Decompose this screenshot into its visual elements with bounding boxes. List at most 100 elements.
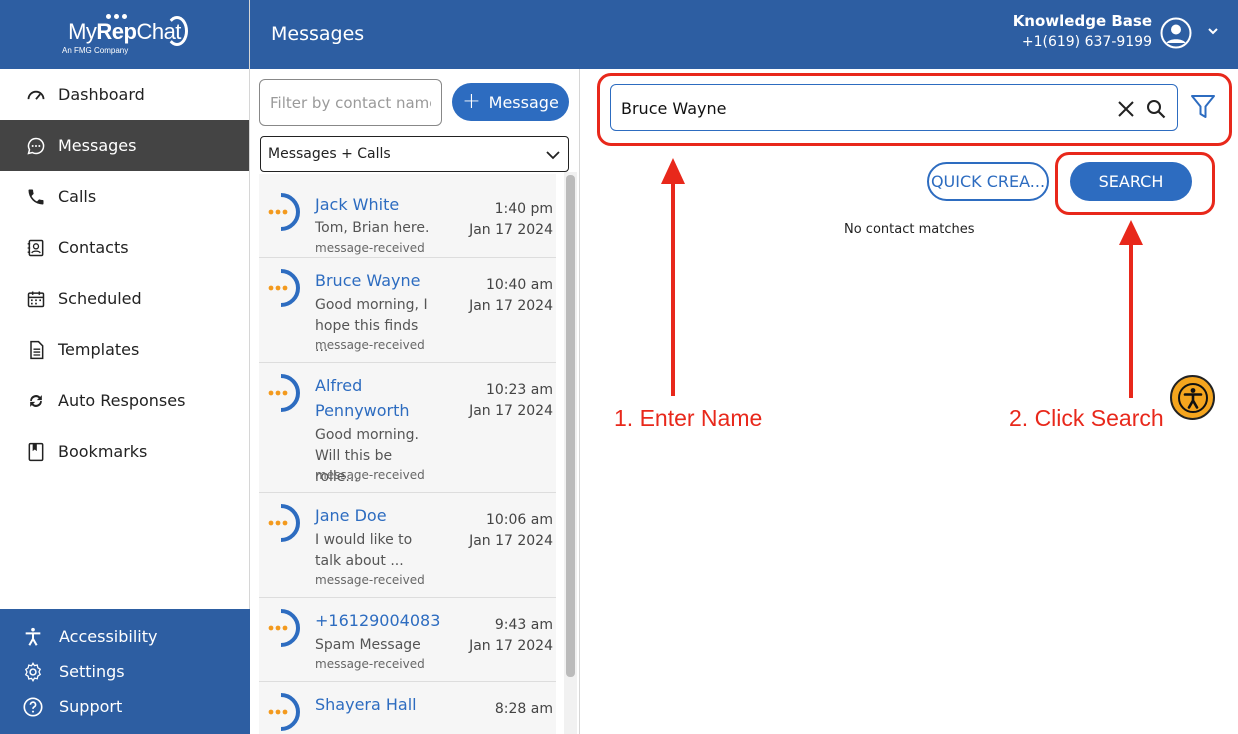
gear-icon — [22, 661, 44, 683]
accessibility-icon — [22, 626, 44, 648]
conversation-name: Jack White — [315, 195, 400, 214]
logo-subtitle: An FMG Company — [62, 46, 129, 55]
conversation-date: Jan 17 2024 — [469, 403, 553, 419]
conversation-status: message-received — [315, 468, 425, 482]
chevron-down-icon — [546, 151, 560, 160]
sidebar-nav: Dashboard Messages Calls Contacts Schedu… — [0, 69, 249, 477]
conversation-scrollbar[interactable] — [566, 175, 575, 677]
sidebar-item-contacts[interactable]: Contacts — [0, 222, 249, 273]
accessibility-icon — [1177, 382, 1208, 413]
new-message-button[interactable]: + Message — [452, 83, 569, 121]
account-info[interactable]: Knowledge Base +1(619) 637-9199 — [1013, 12, 1152, 50]
conversation-date: Jan 17 2024 — [469, 533, 553, 549]
conversation-item[interactable]: Alfred Pennyworth Good morning. Will thi… — [259, 363, 556, 493]
sidebar-item-label: Accessibility — [59, 627, 158, 646]
contact-card-icon — [26, 238, 46, 258]
sidebar-item-accessibility[interactable]: Accessibility — [0, 619, 250, 654]
new-message-label: Message — [488, 92, 559, 112]
top-header: Messages Knowledge Base +1(619) 637-9199 — [250, 0, 1238, 69]
sidebar-item-label: Scheduled — [58, 289, 142, 308]
annotation-highlight-search-button — [1055, 152, 1215, 215]
sidebar-item-templates[interactable]: Templates — [0, 324, 249, 375]
conversation-date: Jan 17 2024 — [469, 222, 553, 238]
contact-filter-input[interactable] — [259, 79, 442, 126]
conversation-name: Jane Doe — [315, 506, 387, 525]
annotation-step-1: 1. Enter Name — [614, 405, 763, 431]
sidebar-item-dashboard[interactable]: Dashboard — [0, 69, 249, 120]
conversation-avatar-icon — [268, 504, 300, 542]
sidebar-footer: Accessibility Settings Support — [0, 609, 250, 734]
conversation-item[interactable]: Shayera Hall 8:28 am — [259, 682, 556, 734]
conversation-date: Jan 17 2024 — [469, 638, 553, 654]
chevron-down-icon[interactable] — [1206, 24, 1220, 38]
conversation-snippet: Tom, Brian here. — [315, 220, 430, 236]
conversation-date: Jan 17 2024 — [469, 298, 553, 314]
conversation-avatar-icon — [268, 609, 300, 647]
conversations-panel: + Message Messages + Calls Jack White To… — [250, 69, 580, 734]
sidebar: MyRepChat An FMG Company Dashboard Messa… — [0, 0, 250, 734]
sidebar-item-auto-responses[interactable]: Auto Responses — [0, 375, 249, 426]
avatar[interactable] — [1160, 17, 1192, 49]
conversation-type-select[interactable]: Messages + Calls — [260, 136, 569, 172]
conversation-status: message-received — [315, 657, 425, 671]
conversation-item[interactable]: +16129004083 Spam Message message-receiv… — [259, 598, 556, 682]
logo[interactable]: MyRepChat An FMG Company — [0, 0, 249, 69]
sidebar-item-settings[interactable]: Settings — [0, 654, 250, 689]
sidebar-item-label: Bookmarks — [58, 442, 148, 461]
help-icon — [22, 696, 44, 718]
sidebar-item-label: Support — [59, 697, 123, 716]
conversation-item[interactable]: Jane Doe I would like to talk about ... … — [259, 493, 556, 598]
conversation-time: 10:06 am — [485, 512, 553, 528]
conversation-avatar-icon — [268, 269, 300, 307]
conversation-avatar-icon — [268, 693, 300, 731]
conversation-type-value: Messages + Calls — [268, 146, 391, 162]
calendar-icon — [26, 289, 46, 309]
sidebar-item-bookmarks[interactable]: Bookmarks — [0, 426, 249, 477]
quick-create-button[interactable]: QUICK CREA... — [927, 162, 1049, 201]
sync-icon — [26, 391, 46, 411]
logo-arc — [166, 16, 188, 46]
sidebar-item-label: Contacts — [58, 238, 129, 257]
logo-wordmark: MyRepChat — [68, 18, 181, 44]
sidebar-item-label: Settings — [59, 662, 125, 681]
chat-bubble-icon — [26, 136, 46, 156]
conversation-time: 10:23 am — [485, 382, 553, 398]
gauge-icon — [26, 85, 46, 105]
document-icon — [26, 340, 46, 360]
conversation-time: 10:40 am — [485, 277, 553, 293]
conversation-time: 9:43 am — [494, 617, 553, 633]
account-name: Knowledge Base — [1012, 12, 1152, 30]
conversation-name: +16129004083 — [315, 611, 441, 630]
sidebar-item-messages[interactable]: Messages — [0, 120, 249, 171]
conversation-list: Jack White Tom, Brian here. message-rece… — [259, 174, 556, 734]
accessibility-widget-button[interactable] — [1170, 375, 1215, 420]
conversation-item[interactable]: Bruce Wayne Good morning, I hope this fi… — [259, 258, 556, 363]
conversation-time: 8:28 am — [494, 701, 553, 717]
annotation-arrow-1 — [661, 158, 685, 396]
conversation-name: Alfred Pennyworth — [315, 376, 410, 420]
phone-icon — [26, 187, 46, 207]
conversation-name: Shayera Hall — [315, 695, 417, 714]
sidebar-item-label: Templates — [58, 340, 140, 359]
no-results-message: No contact matches — [844, 222, 975, 237]
sidebar-item-support[interactable]: Support — [0, 689, 250, 724]
conversation-avatar-icon — [268, 374, 300, 412]
annotation-step-2: 2. Click Search — [1009, 405, 1164, 431]
conversation-status: message-received — [315, 241, 425, 255]
conversation-status: message-received — [315, 338, 425, 352]
sidebar-item-label: Calls — [58, 187, 97, 206]
sidebar-item-scheduled[interactable]: Scheduled — [0, 273, 249, 324]
account-phone: +1(619) 637-9199 — [1021, 34, 1152, 50]
bookmark-icon — [26, 442, 46, 462]
annotation-highlight-search-field — [597, 73, 1232, 146]
conversation-status: message-received — [315, 573, 425, 587]
conversation-snippet: Spam Message — [315, 637, 421, 653]
sidebar-item-label: Messages — [58, 136, 137, 155]
conversation-snippet: I would like to talk about ... — [315, 532, 413, 569]
annotation-arrow-2 — [1119, 220, 1143, 398]
conversation-item[interactable]: Jack White Tom, Brian here. message-rece… — [259, 174, 556, 258]
conversation-time: 1:40 pm — [494, 201, 553, 217]
page-title: Messages — [271, 23, 365, 45]
sidebar-item-label: Auto Responses — [58, 391, 186, 410]
sidebar-item-calls[interactable]: Calls — [0, 171, 249, 222]
